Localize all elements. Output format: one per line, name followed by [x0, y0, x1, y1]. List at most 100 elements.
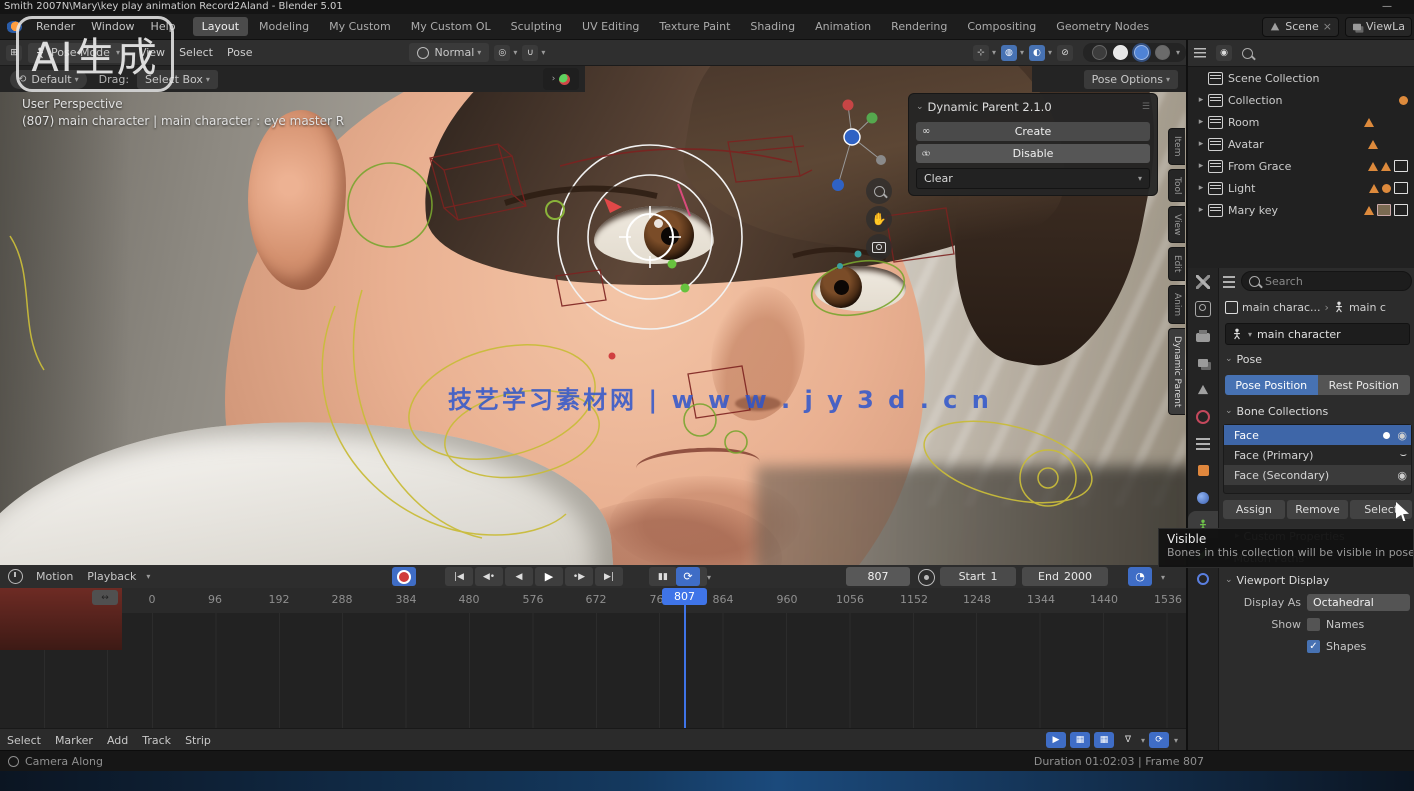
footer-menu-track[interactable]: Track: [135, 734, 178, 747]
pivot-point-icon[interactable]: ◎: [494, 45, 510, 61]
expand-icon[interactable]: ▸: [1194, 139, 1208, 149]
panel-drag-handle[interactable]: ☰: [1142, 102, 1150, 112]
timeline-menu-playback[interactable]: Playback: [80, 570, 143, 583]
tab-collection[interactable]: [1188, 430, 1218, 457]
screen-icon[interactable]: [1394, 182, 1408, 194]
timeline-menu-motion[interactable]: Motion: [29, 570, 80, 583]
screen-icon[interactable]: [1394, 204, 1408, 216]
tab-scene[interactable]: [1188, 376, 1218, 403]
overlays-icon[interactable]: ◍: [1001, 45, 1017, 61]
pan-hand-icon[interactable]: ✋: [866, 206, 892, 232]
menu-pose[interactable]: Pose: [220, 46, 259, 59]
next-keyframe-button[interactable]: •▶: [565, 567, 593, 586]
display-mode-icon[interactable]: ◉: [1216, 45, 1232, 61]
3d-viewport[interactable]: ✋ User Perspective (807) main character …: [0, 66, 1186, 565]
names-checkbox[interactable]: [1307, 618, 1320, 631]
proportional-edit-icon[interactable]: ◐: [1029, 45, 1045, 61]
prev-keyframe-button[interactable]: ◀•: [475, 567, 503, 586]
footer-menu-select[interactable]: Select: [0, 734, 48, 747]
viewport-display-panel-header[interactable]: ⌄ Viewport Display: [1219, 569, 1414, 591]
auto-key-button[interactable]: [392, 567, 416, 586]
sidebar-tab-item[interactable]: Item: [1168, 128, 1185, 165]
workspace-tab-my-custom[interactable]: My Custom: [320, 17, 400, 36]
play-reverse-button[interactable]: ◀: [505, 567, 533, 586]
expand-icon[interactable]: ▸: [1194, 161, 1208, 171]
search-icon[interactable]: [1242, 48, 1253, 59]
tab-output[interactable]: [1188, 322, 1218, 349]
playback-sync-button[interactable]: ⟳: [676, 567, 700, 586]
gizmo-icon[interactable]: ⊹: [973, 45, 989, 61]
rest-position-button[interactable]: Rest Position: [1318, 375, 1411, 395]
timeline-editor-icon[interactable]: [8, 569, 23, 584]
armature-icon[interactable]: [1364, 206, 1374, 215]
search-input[interactable]: Search: [1241, 271, 1412, 291]
tab-physics[interactable]: [1188, 484, 1218, 511]
armature-icon[interactable]: [1368, 162, 1378, 171]
tab-bone-constraint[interactable]: [1188, 565, 1218, 592]
image-icon[interactable]: [1377, 204, 1391, 216]
zoom-tool-icon[interactable]: [866, 178, 892, 204]
workspace-tab-texture-paint[interactable]: Texture Paint: [650, 17, 739, 36]
visibility-eye-icon[interactable]: ◉: [1397, 429, 1407, 442]
preview-range-icon[interactable]: [918, 569, 935, 586]
timeline-ruler[interactable]: 0 96 192 288 384 480 576 672 768 864 960…: [0, 588, 1186, 614]
shading-solid-icon[interactable]: [1113, 45, 1128, 60]
menu-select[interactable]: Select: [172, 46, 220, 59]
pause-button[interactable]: ▮▮: [649, 567, 677, 586]
expand-icon[interactable]: ▸: [1194, 205, 1208, 215]
transform-orientation-dropdown[interactable]: Normal ▾: [409, 43, 489, 62]
assign-button[interactable]: Assign: [1223, 500, 1285, 519]
shapes-checkbox[interactable]: ✓: [1307, 640, 1320, 653]
screen-icon[interactable]: [1394, 160, 1408, 172]
filter-funnel-icon[interactable]: ∇: [1118, 732, 1138, 748]
playhead-line[interactable]: [684, 605, 686, 728]
workspace-tab-layout[interactable]: Layout: [193, 17, 248, 36]
jump-end-button[interactable]: ▶|: [595, 567, 623, 586]
chevron-down-icon[interactable]: ⌄: [916, 102, 924, 112]
bone-collection-face-secondary[interactable]: Face (Secondary) ◉: [1224, 465, 1411, 485]
view-layer-selector[interactable]: ViewLa: [1345, 17, 1412, 37]
tab-tool[interactable]: [1188, 268, 1218, 295]
scene-selector[interactable]: Scene ×: [1262, 17, 1339, 37]
sidebar-tab-anim[interactable]: Anim: [1168, 285, 1185, 324]
start-frame-field[interactable]: Start1: [940, 567, 1016, 586]
operator-panel-collapsed[interactable]: ›: [543, 68, 579, 90]
pose-options-dropdown[interactable]: Pose Options ▾: [1084, 70, 1178, 89]
outliner-row-avatar[interactable]: ▸ Avatar: [1188, 133, 1414, 155]
xray-icon[interactable]: ⊘: [1057, 45, 1073, 61]
end-frame-field[interactable]: End2000: [1022, 567, 1108, 586]
outliner-row-mary-key[interactable]: ▸ Mary key: [1188, 199, 1414, 221]
minimize-button[interactable]: —: [1382, 0, 1392, 14]
outliner-row-room[interactable]: ▸ Room: [1188, 111, 1414, 133]
sidebar-tab-edit[interactable]: Edit: [1168, 247, 1185, 280]
bone-collections-panel-header[interactable]: ⌄ Bone Collections: [1219, 400, 1414, 422]
properties-editor-icon[interactable]: [1223, 276, 1235, 288]
filter-icon[interactable]: [1194, 48, 1206, 58]
expand-icon[interactable]: ▸: [1194, 183, 1208, 193]
sidebar-tab-dynamic-parent[interactable]: Dynamic Parent: [1168, 328, 1185, 415]
armature-name-field[interactable]: ▾ main character: [1225, 323, 1410, 345]
bone-collection-face[interactable]: Face ◉: [1224, 425, 1411, 445]
armature-icon[interactable]: [1364, 118, 1374, 127]
workspace-tab-shading[interactable]: Shading: [741, 17, 804, 36]
playhead-frame-badge[interactable]: 807: [662, 588, 707, 605]
armature-icon[interactable]: [1381, 162, 1391, 171]
workspace-tab-geometry-nodes[interactable]: Geometry Nodes: [1047, 17, 1158, 36]
sidebar-tab-view[interactable]: View: [1168, 206, 1185, 243]
light-icon[interactable]: [1382, 184, 1391, 193]
workspace-tab-my-custom-ol[interactable]: My Custom OL: [402, 17, 500, 36]
thumbnail-icon[interactable]: ▦: [1094, 732, 1114, 748]
footer-menu-strip[interactable]: Strip: [178, 734, 218, 747]
expand-icon[interactable]: ▸: [1194, 95, 1208, 105]
remove-button[interactable]: Remove: [1287, 500, 1349, 519]
armature-icon[interactable]: [1368, 140, 1378, 149]
snap-magnet-icon[interactable]: ∪: [522, 45, 538, 61]
jump-start-button[interactable]: |◀: [445, 567, 473, 586]
disable-button[interactable]: ⧞ Disable: [916, 144, 1150, 163]
visibility-eye-icon[interactable]: ◉: [1397, 469, 1407, 482]
workspace-tab-uv-editing[interactable]: UV Editing: [573, 17, 648, 36]
armature-icon[interactable]: [1369, 184, 1379, 193]
outliner-row-collection[interactable]: ▸ Collection: [1188, 89, 1414, 111]
clear-dropdown[interactable]: Clear ▾: [916, 168, 1150, 189]
outliner-row-light[interactable]: ▸ Light: [1188, 177, 1414, 199]
